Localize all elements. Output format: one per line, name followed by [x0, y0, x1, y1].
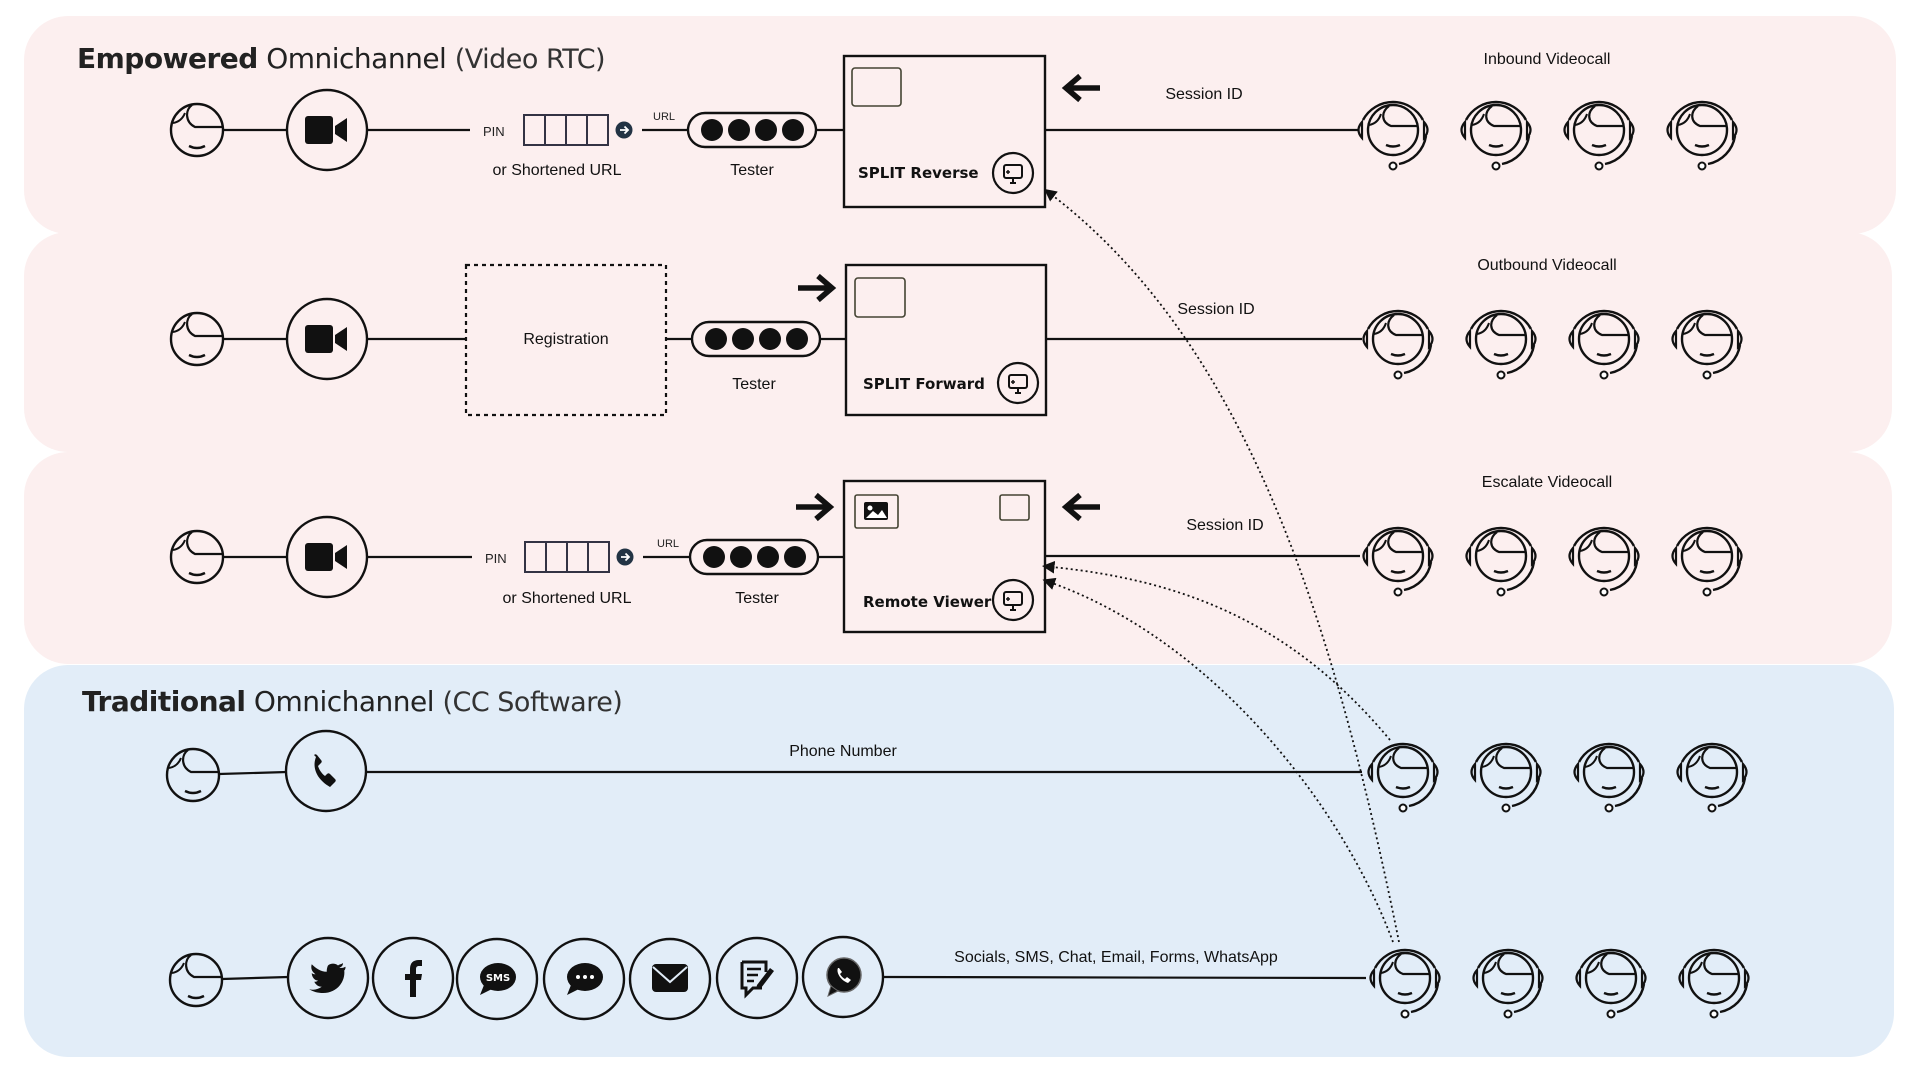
chat-icon: [567, 963, 603, 995]
pin-caption: or Shortened URL: [502, 590, 632, 607]
screen-share-button[interactable]: [991, 151, 1035, 195]
tester-icon: [690, 320, 822, 358]
agent-groups: [1357, 100, 1750, 1019]
flow-diagram: SMS: [165, 54, 1750, 1021]
agent-headset-icon[interactable]: [1568, 309, 1640, 380]
row-escalate: [169, 479, 1360, 634]
arrow-left-icon: [1066, 495, 1100, 519]
forms-channel-button[interactable]: [715, 936, 799, 1020]
agent-headset-icon[interactable]: [1362, 309, 1434, 380]
split-reverse-label: SPLIT Reverse: [858, 164, 979, 182]
agent-group-digital: [1369, 948, 1750, 1019]
split-reverse-box[interactable]: [842, 54, 1047, 209]
image-icon: [864, 502, 888, 520]
tester-icon: [688, 538, 820, 576]
video-camera-icon: [305, 543, 347, 571]
tester-icon: [686, 111, 818, 149]
agent-headset-icon[interactable]: [1568, 526, 1640, 597]
agent-headset-icon[interactable]: [1472, 948, 1544, 1019]
phone-channel-button[interactable]: [284, 729, 368, 813]
agent-headset-icon[interactable]: [1678, 948, 1750, 1019]
video-tile-icon: [851, 67, 902, 107]
phone-number-label: Phone Number: [789, 743, 897, 760]
twitter-icon: [309, 963, 346, 993]
arrow-right-icon: [796, 495, 830, 519]
session-id-label: Session ID: [1186, 517, 1264, 534]
group-label-outbound: Outbound Videocall: [1477, 257, 1617, 274]
customer-face-icon: [169, 102, 225, 158]
customer-face-icon: [169, 529, 225, 585]
facebook-icon: [405, 960, 422, 997]
customer-face-icon: [165, 747, 221, 803]
agent-headset-icon[interactable]: [1563, 100, 1635, 171]
agent-headset-icon[interactable]: [1470, 742, 1542, 813]
agent-group-inbound: [1357, 100, 1738, 171]
group-label-inbound: Inbound Videocall: [1483, 51, 1611, 68]
monitor-icon: [1003, 164, 1023, 184]
whatsapp-icon: [826, 957, 862, 997]
customer-face-icon: [168, 952, 224, 1008]
screen-share-button[interactable]: [996, 361, 1040, 405]
session-id-label: Session ID: [1177, 301, 1255, 318]
video-tile-icon: [854, 277, 906, 318]
agent-group-outbound: [1362, 309, 1743, 380]
split-forward-label: SPLIT Forward: [863, 375, 985, 393]
agent-headset-icon[interactable]: [1460, 100, 1532, 171]
sms-icon-text: SMS: [486, 973, 510, 984]
pin-label: PIN: [485, 551, 507, 566]
agent-headset-icon[interactable]: [1465, 309, 1537, 380]
pin-input-icon: [523, 114, 634, 146]
arrow-left-icon: [1066, 76, 1100, 100]
customer-face-icon: [169, 311, 225, 367]
escalation-link-digital-to-remote-viewer: [1042, 577, 1394, 943]
tester-label: Tester: [732, 376, 776, 393]
url-label: URL: [653, 111, 676, 123]
video-camera-icon: [305, 116, 347, 144]
agent-headset-icon[interactable]: [1369, 948, 1441, 1019]
agent-headset-icon[interactable]: [1676, 742, 1748, 813]
arrow-right-icon: [798, 276, 832, 300]
phone-icon: [314, 754, 336, 787]
pin-label: PIN: [483, 124, 505, 139]
forms-icon: [740, 960, 774, 999]
agent-headset-icon[interactable]: [1575, 948, 1647, 1019]
agent-headset-icon[interactable]: [1573, 742, 1645, 813]
tester-label: Tester: [735, 590, 779, 607]
email-icon: [652, 964, 688, 992]
row-inbound: [169, 54, 1358, 209]
video-camera-icon: [305, 325, 347, 353]
monitor-icon: [1003, 591, 1023, 611]
sms-icon: SMS: [480, 963, 516, 995]
escalation-link-phone-to-remote-viewer: [1041, 560, 1391, 741]
agent-headset-icon[interactable]: [1357, 100, 1429, 171]
agent-headset-icon[interactable]: [1671, 309, 1743, 380]
remote-viewer-label: Remote Viewer: [863, 593, 992, 611]
session-id-label: Session ID: [1165, 86, 1243, 103]
row-phone: [165, 729, 1362, 813]
agent-headset-icon[interactable]: [1362, 526, 1434, 597]
agent-headset-icon[interactable]: [1465, 526, 1537, 597]
registration-label: Registration: [523, 331, 609, 348]
screen-share-button[interactable]: [991, 578, 1035, 622]
pin-caption: or Shortened URL: [492, 162, 622, 179]
agent-headset-icon[interactable]: [1671, 526, 1743, 597]
group-label-escalate: Escalate Videocall: [1481, 474, 1613, 491]
digital-channels-label: Socials, SMS, Chat, Email, Forms, WhatsA…: [954, 949, 1278, 966]
agent-headset-icon[interactable]: [1666, 100, 1738, 171]
pin-input-icon: [524, 541, 635, 573]
agent-headset-icon[interactable]: [1367, 742, 1439, 813]
agent-group-phone: [1367, 742, 1748, 813]
video-tile-icon: [999, 494, 1030, 521]
url-label: URL: [657, 538, 680, 550]
monitor-icon: [1008, 374, 1028, 394]
agent-group-escalate: [1362, 526, 1743, 597]
tester-label: Tester: [730, 162, 774, 179]
